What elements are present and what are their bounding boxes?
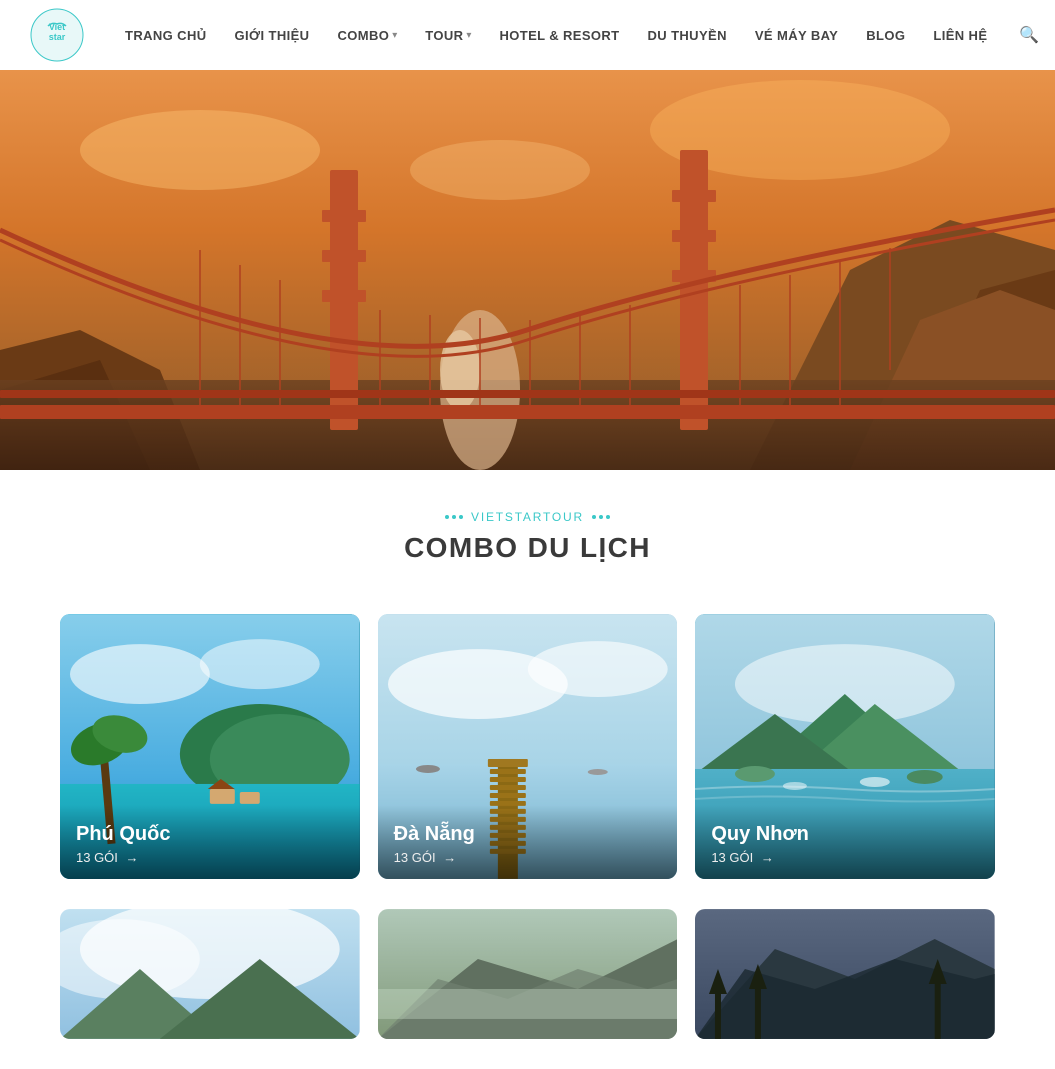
card-overlay-quy-nhon: Quy Nhơn 13 GÓI → [695,805,995,879]
hero-banner [0,70,1055,470]
logo-area: Viet star [30,8,85,63]
card-title-da-nang: Đà Nẵng [394,823,662,846]
nav-du-thuyen[interactable]: DU THUYỀN [648,28,727,43]
tour-chevron: ▾ [466,30,471,41]
dots-left [445,515,463,519]
card-count-da-nang: 13 GÓI → [394,850,662,865]
nav-lien-he[interactable]: LIÊN HỆ [933,28,987,43]
card-count-phu-quoc: 13 GÓI → [76,850,344,865]
section-subtitle: VIETSTARTOUR [60,510,995,524]
section-title: COMBO DU LỊCH [60,532,995,564]
card-bottom-1[interactable] [60,909,360,1039]
card-da-nang[interactable]: Đà Nẵng 13 GÓI → [378,614,678,879]
card-overlay-phu-quoc: Phú Quốc 13 GÓI → [60,805,360,879]
cards-grid-top: Phú Quốc 13 GÓI → [0,614,1055,909]
dots-right [592,515,610,519]
nav-hotel-resort[interactable]: HOTEL & RESORT [499,28,619,43]
nav-tour[interactable]: TOUR ▾ [425,28,471,43]
nav-combo[interactable]: COMBO ▾ [337,28,397,43]
card-count-quy-nhon: 13 GÓI → [711,850,979,865]
card-bottom-2[interactable] [378,909,678,1039]
card-title-quy-nhon: Quy Nhơn [711,823,979,846]
subtitle-text: VIETSTARTOUR [471,510,584,524]
section-header: VIETSTARTOUR COMBO DU LỊCH [0,470,1055,614]
card-phu-quoc[interactable]: Phú Quốc 13 GÓI → [60,614,360,879]
main-nav: TRANG CHỦ GIỚI THIỆU COMBO ▾ TOUR ▾ HOTE… [125,21,1043,49]
cards-grid-bottom [0,909,1055,1069]
nav-blog[interactable]: BLOG [866,28,905,43]
logo-icon: Viet star [30,8,85,63]
nav-trang-chu[interactable]: TRANG CHỦ [125,28,207,43]
card-bottom-3[interactable] [695,909,995,1039]
nav-ve-may-bay[interactable]: VÉ MÁY BAY [755,28,838,43]
search-button[interactable]: 🔍 [1015,21,1043,49]
card-overlay-da-nang: Đà Nẵng 13 GÓI → [378,805,678,879]
combo-chevron: ▾ [392,30,397,41]
nav-gioi-thieu[interactable]: GIỚI THIỆU [235,28,310,43]
card-title-phu-quoc: Phú Quốc [76,823,344,846]
card-quy-nhon[interactable]: Quy Nhơn 13 GÓI → [695,614,995,879]
svg-text:star: star [49,32,66,42]
header: Viet star TRANG CHỦ GIỚI THIỆU COMBO ▾ T… [0,0,1055,70]
